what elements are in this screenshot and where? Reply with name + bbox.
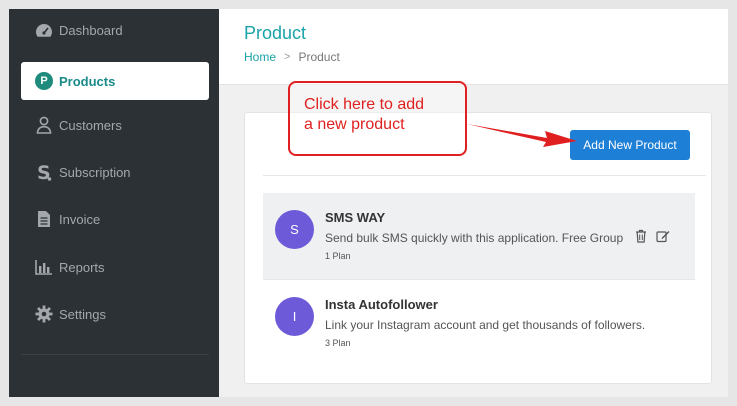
product-plan-count: 3 Plan	[325, 338, 351, 348]
product-description: Send bulk SMS quickly with this applicat…	[325, 231, 624, 245]
sidebar-item-customers[interactable]: Customers	[21, 106, 209, 144]
sidebar-item-label: Settings	[59, 306, 106, 322]
annotation-callout: Click here to add a new product	[288, 81, 467, 156]
app-window: Dashboard P Products Customers S Subscri…	[9, 9, 728, 397]
sidebar-item-label: Products	[59, 73, 116, 89]
sidebar-item-products[interactable]: P Products	[21, 62, 209, 100]
avatar: I	[275, 297, 314, 336]
sidebar-item-label: Subscription	[59, 164, 131, 180]
sidebar-item-label: Invoice	[59, 211, 101, 227]
edit-icon[interactable]	[655, 228, 671, 244]
sidebar-item-label: Customers	[59, 117, 122, 133]
products-badge: P	[35, 72, 53, 90]
sidebar-item-subscription[interactable]: S Subscription	[21, 153, 209, 191]
breadcrumb-home-link[interactable]: Home	[244, 50, 276, 64]
user-icon	[34, 115, 54, 135]
sidebar-item-label: Reports	[59, 259, 105, 275]
sidebar-item-invoice[interactable]: Invoice	[21, 200, 209, 238]
breadcrumb-current: Product	[298, 50, 340, 64]
product-name: SMS WAY	[325, 210, 386, 225]
avatar: S	[275, 210, 314, 249]
sidebar: Dashboard P Products Customers S Subscri…	[9, 9, 219, 397]
page-title: Product	[244, 23, 307, 43]
annotation-arrow	[467, 124, 577, 147]
products-p-icon: P	[34, 71, 54, 91]
sidebar-item-dashboard[interactable]: Dashboard	[21, 11, 209, 49]
sidebar-item-reports[interactable]: Reports	[21, 248, 209, 286]
list-item[interactable]: S SMS WAY Send bulk SMS quickly with thi…	[263, 193, 695, 279]
subscription-s-icon: S	[34, 162, 54, 182]
gear-icon	[34, 304, 54, 324]
add-new-product-button[interactable]: Add New Product	[570, 130, 690, 160]
list-item[interactable]: I Insta Autofollower Link your Instagram…	[263, 280, 695, 366]
breadcrumb: Home > Product	[244, 50, 340, 64]
card-divider	[263, 175, 706, 176]
product-description: Link your Instagram account and get thou…	[325, 318, 646, 332]
product-plan-count: 1 Plan	[325, 251, 351, 261]
breadcrumb-separator: >	[284, 51, 291, 63]
annotation-text: Click here to add a new product	[304, 96, 425, 133]
page-header: Product Home > Product	[219, 9, 728, 85]
bar-chart-icon	[34, 257, 54, 277]
product-name: Insta Autofollower	[325, 297, 438, 312]
screenshot-frame: Dashboard P Products Customers S Subscri…	[0, 0, 737, 406]
document-icon	[34, 209, 54, 229]
sidebar-divider	[21, 354, 209, 355]
sidebar-item-label: Dashboard	[59, 22, 123, 38]
main-content: Product Home > Product Add New Product S…	[219, 9, 728, 397]
trash-icon[interactable]	[633, 228, 649, 244]
sidebar-item-settings[interactable]: Settings	[21, 295, 209, 333]
dashboard-icon	[34, 20, 54, 40]
